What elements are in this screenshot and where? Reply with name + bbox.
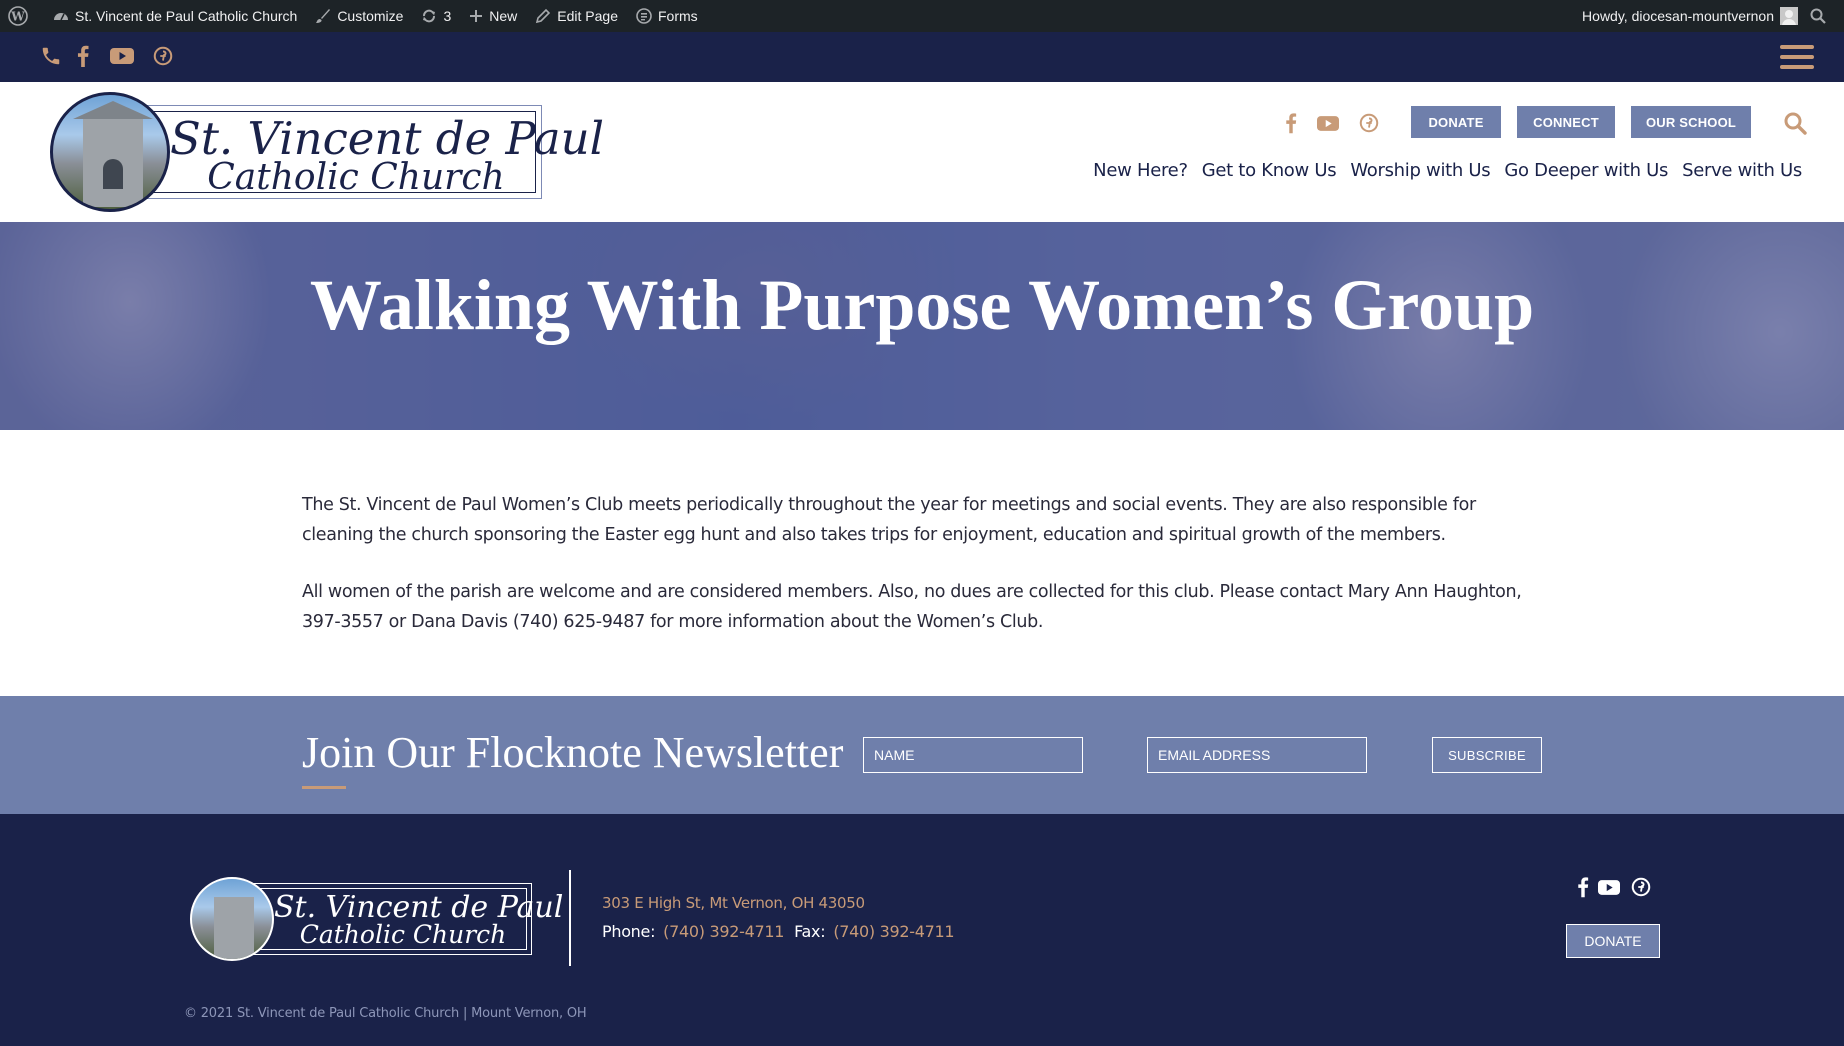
our-school-button[interactable]: OUR SCHOOL [1631,106,1751,138]
updates-link[interactable]: 3 [412,0,460,32]
fax-label: Fax: [794,922,826,941]
site-footer: St. Vincent de Paul Catholic Church 303 … [0,814,1844,1046]
edit-page-link[interactable]: Edit Page [526,0,627,32]
nav-item-go-deeper-with-us[interactable]: Go Deeper with Us [1504,160,1668,181]
updates-count: 3 [443,8,452,24]
youtube-icon[interactable] [110,45,134,67]
site-header: St. Vincent de Paul Catholic Church DONA… [0,82,1844,222]
fax-link[interactable]: (740) 392-4711 [833,922,954,941]
content-paragraph: The St. Vincent de Paul Women’s Club mee… [302,495,1476,545]
phone-link[interactable]: (740) 392-4711 [663,922,784,941]
youtube-icon[interactable] [1598,879,1620,896]
plus-icon [470,10,483,22]
copyright-text: © 2021 St. Vincent de Paul Catholic Chur… [184,1006,587,1021]
new-content-link[interactable]: New [460,0,526,32]
footer-contact: Phone: (740) 392-4711 Fax: (740) 392-471… [602,922,964,941]
wordpress-logo-button[interactable]: W [0,0,44,32]
nav-item-worship-with-us[interactable]: Worship with Us [1350,160,1490,181]
forms-icon [636,8,652,24]
church-illustration [73,101,153,207]
nav-item-new-here[interactable]: New Here? [1093,160,1188,181]
footer-logo[interactable]: St. Vincent de Paul Catholic Church [190,877,563,961]
flocknote-icon[interactable] [152,45,174,67]
search-icon [1810,8,1826,24]
nav-item-serve-with-us[interactable]: Serve with Us [1682,160,1802,181]
connect-button[interactable]: CONNECT [1517,106,1615,138]
footer-divider [569,870,571,966]
page-content: The St. Vincent de Paul Women’s Club mee… [302,490,1552,664]
search-icon[interactable] [1783,111,1807,135]
hamburger-bar [1780,65,1814,69]
admin-search-button[interactable] [1802,0,1844,32]
facebook-icon[interactable] [1577,876,1589,898]
name-input[interactable] [863,737,1083,773]
phone-label: Phone: [602,922,656,941]
logo-church-photo [50,92,170,212]
content-paragraph: All women of the parish are welcome and … [302,582,1522,632]
site-logo[interactable]: St. Vincent de Paul Catholic Church [50,92,604,212]
nav-item-get-to-know-us[interactable]: Get to Know Us [1202,160,1337,181]
site-name-link[interactable]: St. Vincent de Paul Catholic Church [44,0,306,32]
main-navigation: New Here? Get to Know Us Worship with Us… [1079,160,1802,181]
donate-button[interactable]: DONATE [1411,106,1501,138]
phone-icon[interactable] [40,45,62,67]
title-underline [302,786,346,789]
forms-link[interactable]: Forms [627,0,707,32]
top-contact-strip [0,32,1844,82]
customize-label: Customize [337,8,404,24]
dashboard-icon [54,13,68,21]
flocknote-icon[interactable] [1630,876,1652,898]
church-door [103,159,123,189]
avatar [1780,7,1798,25]
admin-bar: W St. Vincent de Paul Catholic Church Cu… [0,0,1844,32]
newsletter-section: Join Our Flocknote Newsletter SUBSCRIBE [0,696,1844,814]
page-title: Walking With Purpose Women’s Group [309,265,1535,345]
youtube-icon[interactable] [1317,115,1339,132]
facebook-icon[interactable] [76,45,90,67]
howdy-text: Howdy, diocesan-mountvernon [1582,8,1774,24]
hamburger-bar [1780,55,1814,59]
flocknote-icon[interactable] [1358,112,1380,134]
brush-icon [316,9,331,23]
pencil-icon [536,8,551,24]
footer-address[interactable]: 303 E High St, Mt Vernon, OH 43050 [602,894,865,912]
forms-label: Forms [657,8,698,24]
hamburger-menu-button[interactable] [1780,40,1814,74]
edit-page-label: Edit Page [557,8,618,24]
my-account-link[interactable]: Howdy, diocesan-mountvernon [1573,0,1802,32]
hamburger-bar [1780,45,1814,49]
new-label: New [489,8,518,24]
customize-link[interactable]: Customize [306,0,412,32]
facebook-icon[interactable] [1285,112,1297,134]
newsletter-title: Join Our Flocknote Newsletter [302,728,844,777]
logo-line-2: Catholic Church [299,920,507,949]
subscribe-button[interactable]: SUBSCRIBE [1432,737,1542,773]
logo-line-2: Catholic Church [207,157,505,198]
hero-banner: Walking With Purpose Women’s Group [0,222,1844,430]
footer-donate-button[interactable]: DONATE [1566,924,1660,958]
church-illustration [214,897,254,959]
email-input[interactable] [1147,737,1367,773]
wordpress-icon: W [8,6,28,26]
svg-text:W: W [10,10,25,24]
logo-church-photo [190,877,274,961]
refresh-icon [423,9,436,23]
site-name: St. Vincent de Paul Catholic Church [75,8,298,24]
